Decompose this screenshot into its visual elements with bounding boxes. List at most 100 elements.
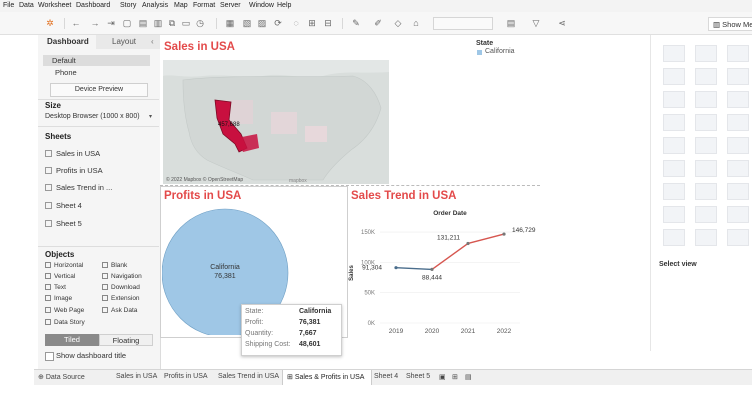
sheet-item-sheet-5[interactable]: Sheet 5	[45, 219, 82, 228]
tab-profits-in-usa[interactable]: Profits in USA	[164, 373, 208, 380]
object-ask-data[interactable]: Ask Data	[102, 307, 137, 314]
object-navigation[interactable]: Navigation	[102, 273, 142, 280]
tab-dashboard[interactable]: Dashboard	[38, 35, 96, 49]
pause-icon[interactable]: ▭	[180, 17, 192, 29]
new-datasource-icon[interactable]: ▤	[137, 17, 149, 29]
chart-type-thumbnail[interactable]	[663, 91, 685, 108]
sheet-item-sheet-4[interactable]: Sheet 4	[45, 201, 82, 210]
chart-type-thumbnail[interactable]	[695, 114, 717, 131]
new-dashboard-tab-icon[interactable]: ⊞	[452, 373, 458, 381]
tab-sheet-4[interactable]: Sheet 4	[374, 373, 398, 380]
menu-data[interactable]: Data	[19, 2, 34, 9]
menu-server[interactable]: Server	[220, 2, 241, 9]
label-icon[interactable]: ◌	[290, 17, 302, 29]
chart-type-thumbnail[interactable]	[663, 183, 685, 200]
menu-window[interactable]: Window	[249, 2, 274, 9]
sheet-item-profits-in-usa[interactable]: Profits in USA	[45, 166, 103, 175]
show-me-button[interactable]: ▥ Show Me	[708, 17, 752, 31]
tab-data-source[interactable]: ⊕ Data Source	[38, 373, 85, 381]
fix-axes-icon[interactable]: ⊞	[306, 17, 318, 29]
chart-type-thumbnail[interactable]	[663, 45, 685, 62]
chart-type-thumbnail[interactable]	[695, 137, 717, 154]
chart-type-thumbnail[interactable]	[663, 229, 685, 246]
chart-type-thumbnail[interactable]	[727, 114, 749, 131]
collapse-icon[interactable]: ‹	[151, 37, 154, 46]
group-icon[interactable]: ⟳	[272, 17, 284, 29]
map-credit[interactable]: © 2022 Mapbox © OpenStreetMap	[166, 176, 243, 183]
chart-type-thumbnail[interactable]	[695, 45, 717, 62]
chart-type-thumbnail[interactable]	[727, 45, 749, 62]
usa-map[interactable]: 457,688 © 2022 Mapbox © OpenStreetMap ma…	[163, 60, 389, 184]
menu-help[interactable]: Help	[277, 2, 291, 9]
sort-asc-icon[interactable]: ▧	[241, 17, 253, 29]
annotate-icon[interactable]: ◇	[392, 17, 404, 29]
new-story-tab-icon[interactable]: ▤	[465, 373, 472, 381]
menu-worksheet[interactable]: Worksheet	[38, 2, 71, 9]
sort-desc-icon[interactable]: ▨	[256, 17, 268, 29]
object-web-page[interactable]: Web Page	[45, 307, 84, 314]
chart-type-thumbnail[interactable]	[727, 183, 749, 200]
run-update-icon[interactable]: ◷	[194, 17, 206, 29]
tooltip-icon[interactable]: ⌂	[410, 17, 422, 29]
object-blank[interactable]: Blank	[102, 262, 127, 269]
fit-dropdown[interactable]	[433, 17, 493, 30]
size-dropdown-icon[interactable]: ▾	[149, 113, 152, 120]
object-vertical[interactable]: Vertical	[45, 273, 75, 280]
swap-icon[interactable]: ▦	[224, 17, 236, 29]
new-sheet-icon[interactable]: ▥	[152, 17, 164, 29]
chart-type-thumbnail[interactable]	[663, 68, 685, 85]
pen-icon[interactable]: ✐	[372, 17, 384, 29]
tab-sales-profits-active[interactable]: ⊞ Sales & Profits in USA	[282, 370, 372, 386]
menu-file[interactable]: File	[3, 2, 14, 9]
tab-sales-in-usa[interactable]: Sales in USA	[116, 373, 157, 380]
undo-icon[interactable]: ←	[70, 17, 82, 29]
chart-type-thumbnail[interactable]	[727, 137, 749, 154]
chart-type-thumbnail[interactable]	[695, 91, 717, 108]
tableau-logo-icon[interactable]: ✲	[44, 17, 56, 29]
tab-sales-trend[interactable]: Sales Trend in USA	[218, 373, 279, 380]
chart-type-thumbnail[interactable]	[695, 206, 717, 223]
refresh-icon[interactable]: ⇥	[105, 17, 117, 29]
sheet-item-sales-in-usa[interactable]: Sales in USA	[45, 149, 100, 158]
menu-analysis[interactable]: Analysis	[142, 2, 168, 9]
device-preview-button[interactable]: Device Preview	[50, 83, 148, 97]
chart-type-thumbnail[interactable]	[695, 68, 717, 85]
chart-type-thumbnail[interactable]	[727, 229, 749, 246]
sheet-item-sales-trend[interactable]: Sales Trend in ...	[45, 183, 112, 192]
menu-story[interactable]: Story	[120, 2, 136, 9]
object-text[interactable]: Text	[45, 284, 66, 291]
tiled-toggle[interactable]: Tiled	[45, 334, 99, 346]
floating-toggle[interactable]: Floating	[99, 334, 153, 346]
duplicate-icon[interactable]: ⧉	[166, 17, 178, 29]
redo-icon[interactable]: →	[89, 17, 101, 29]
object-horizontal[interactable]: Horizontal	[45, 262, 83, 269]
chart-type-thumbnail[interactable]	[695, 183, 717, 200]
device-default[interactable]: Default	[43, 55, 150, 66]
chart-type-thumbnail[interactable]	[663, 160, 685, 177]
chart-type-thumbnail[interactable]	[695, 160, 717, 177]
chart-type-thumbnail[interactable]	[727, 206, 749, 223]
size-select[interactable]: Desktop Browser (1000 x 800)	[45, 113, 140, 120]
menu-map[interactable]: Map	[174, 2, 188, 9]
menu-dashboard[interactable]: Dashboard	[76, 2, 110, 9]
chart-type-thumbnail[interactable]	[727, 160, 749, 177]
show-title-checkbox[interactable]	[45, 352, 54, 361]
chart-type-thumbnail[interactable]	[695, 229, 717, 246]
chart-type-thumbnail[interactable]	[663, 137, 685, 154]
legend-item[interactable]: California	[485, 48, 515, 55]
tab-sheet-5[interactable]: Sheet 5	[406, 373, 430, 380]
chart-type-thumbnail[interactable]	[727, 91, 749, 108]
new-sheet-tab-icon[interactable]: ▣	[439, 373, 446, 381]
fit-icon[interactable]: ⊟	[322, 17, 334, 29]
object-extension[interactable]: Extension	[102, 295, 140, 302]
highlight-icon[interactable]: ✎	[350, 17, 362, 29]
presentation-icon[interactable]: ▤	[505, 17, 517, 29]
chart-type-thumbnail[interactable]	[663, 114, 685, 131]
object-image[interactable]: Image	[45, 295, 72, 302]
object-data-story[interactable]: Data Story	[45, 319, 85, 326]
chart-type-thumbnail[interactable]	[663, 206, 685, 223]
device-phone[interactable]: Phone	[55, 68, 77, 77]
save-icon[interactable]: ▢	[121, 17, 133, 29]
object-download[interactable]: Download	[102, 284, 140, 291]
menu-format[interactable]: Format	[193, 2, 215, 9]
